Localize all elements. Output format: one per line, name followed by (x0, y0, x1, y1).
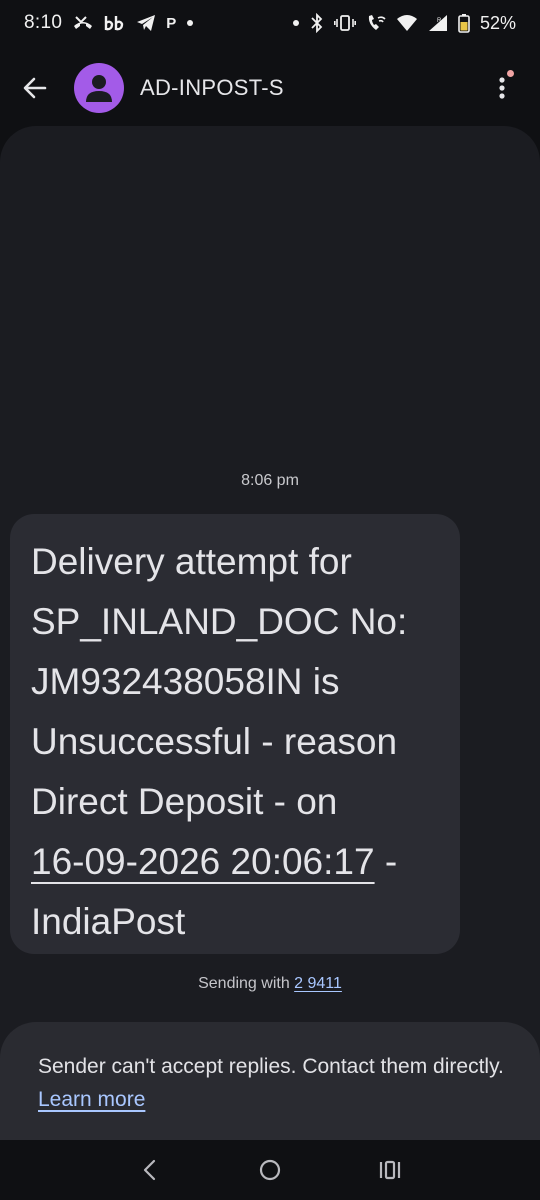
message-line: JM932438058IN is (31, 661, 340, 702)
message-bubble[interactable]: Delivery attempt for SP_INLAND_DOC No: J… (10, 514, 460, 954)
sender-name: AD-INPOST-S (140, 75, 284, 100)
message-line: IndiaPost (31, 901, 186, 942)
bluetooth-icon (310, 13, 324, 33)
p-app-icon: P (166, 14, 177, 32)
battery-percent: 52% (479, 12, 516, 33)
no-reply-text: Sender can't accept replies. Contact the… (38, 1055, 504, 1078)
app-bar: AD-INPOST-S (0, 56, 540, 120)
svg-text:R: R (437, 18, 442, 24)
sending-with-label: Sending with (198, 975, 295, 992)
avatar[interactable] (74, 63, 124, 113)
message-line: SP_INLAND_DOC No: (31, 601, 408, 642)
message-line: Unsuccessful - reason (31, 721, 398, 762)
date-link[interactable]: 16-09-2026 20:06:17 (31, 841, 375, 882)
notification-badge (507, 70, 514, 77)
nav-home-button[interactable] (250, 1150, 290, 1190)
no-reply-notice: Sender can't accept replies. Contact the… (0, 1022, 540, 1142)
bb-app-icon (104, 13, 126, 33)
status-left: 8:10 P (24, 12, 194, 34)
dot-icon (292, 13, 300, 33)
message-line-date: 16-09-2026 20:06:17 - (31, 832, 440, 892)
notification-dot-icon (186, 13, 194, 33)
signal-icon: R (428, 13, 448, 33)
person-icon (86, 75, 112, 102)
battery-icon (458, 13, 470, 33)
conversation-panel[interactable]: 8:06 pm Delivery attempt for SP_INLAND_D… (0, 126, 540, 1142)
more-options-button[interactable] (482, 62, 522, 114)
back-button[interactable] (8, 61, 62, 115)
message-line: Delivery attempt for (31, 541, 352, 582)
nav-home-icon (259, 1159, 281, 1181)
telegram-icon (136, 13, 156, 33)
nav-back-icon (143, 1159, 156, 1181)
nav-back-button[interactable] (130, 1150, 170, 1190)
status-time: 8:10 (24, 12, 63, 33)
navigation-bar (0, 1140, 540, 1200)
nav-recents-button[interactable] (370, 1150, 410, 1190)
wifi-calling-icon (366, 13, 386, 33)
status-right: R 52% (292, 13, 516, 34)
missed-call-icon (72, 13, 94, 33)
sim-number-link[interactable]: 2 9411 (294, 975, 342, 992)
message-line: Direct Deposit - on (31, 781, 338, 822)
status-bar: 8:10 P R 52% (0, 0, 540, 46)
wifi-icon (396, 13, 418, 33)
message-timestamp: 8:06 pm (241, 472, 299, 489)
date-suffix: - (374, 841, 398, 882)
sending-with-info: Sending with 2 9411 (0, 975, 540, 993)
learn-more-link[interactable]: Learn more (38, 1088, 145, 1111)
more-vert-icon (499, 77, 505, 99)
nav-recents-icon (379, 1160, 401, 1180)
vibrate-icon (333, 13, 356, 33)
arrow-back-icon (23, 77, 47, 99)
